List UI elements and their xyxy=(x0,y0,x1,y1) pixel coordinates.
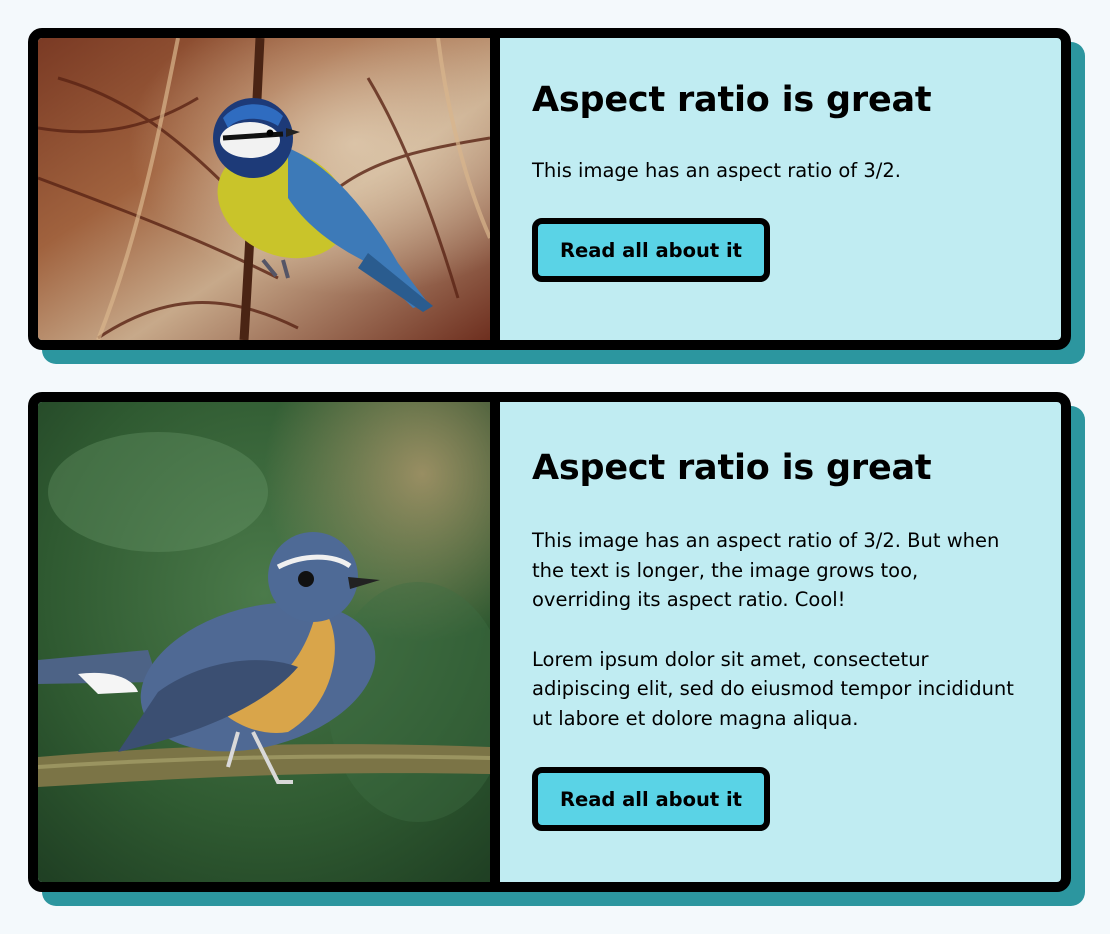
blue-tit-photo xyxy=(38,38,490,340)
card-2-content: Aspect ratio is great This image has an … xyxy=(500,402,1061,882)
card-1: Aspect ratio is great This image has an … xyxy=(28,28,1071,350)
blue-tit-image xyxy=(38,38,500,340)
card-description: This image has an aspect ratio of 3/2. B… xyxy=(532,529,1000,611)
card-title: Aspect ratio is great xyxy=(532,448,932,488)
card-2: Aspect ratio is great This image has an … xyxy=(28,392,1071,892)
read-more-button[interactable]: Read all about it xyxy=(532,767,770,831)
read-more-button[interactable]: Read all about it xyxy=(532,217,770,282)
card-lorem-text: Lorem ipsum dolor sit amet, consectetur … xyxy=(532,647,1014,730)
card-title: Aspect ratio is great xyxy=(532,80,932,120)
card-1-content: Aspect ratio is great This image has an … xyxy=(500,38,1061,340)
blue-flycatcher-image xyxy=(38,402,500,882)
card-description: This image has an aspect ratio of 3/2. xyxy=(532,159,901,182)
blue-flycatcher-photo xyxy=(38,402,490,882)
